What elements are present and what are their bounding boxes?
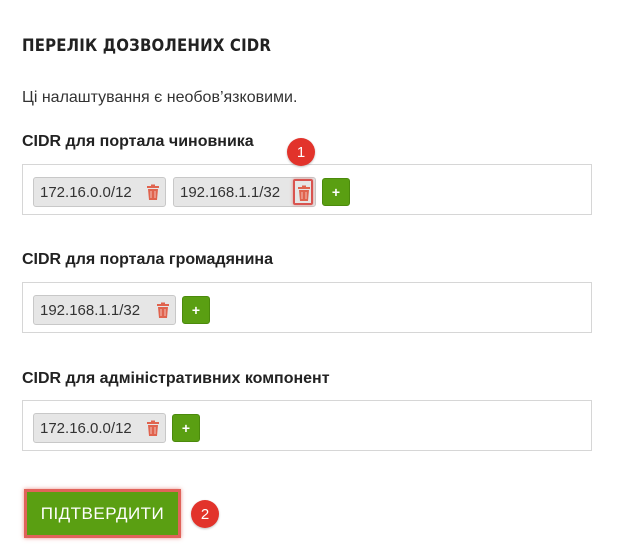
cidr-chip: 172.16.0.0/12 — [33, 413, 166, 443]
section-label-citizen-portal: CIDR для портала громадянина — [22, 251, 273, 268]
cidr-box-citizen-portal: 192.168.1.1/32 + — [22, 282, 592, 333]
add-cidr-button[interactable]: + — [322, 178, 350, 206]
callout-marker: 2 — [191, 500, 219, 528]
cidr-chip-value: 172.16.0.0/12 — [40, 183, 132, 201]
callout-marker: 1 — [287, 138, 315, 166]
cidr-chip: 192.168.1.1/32 — [33, 295, 176, 325]
page-title: ПЕРЕЛІК ДОЗВОЛЕНИХ CIDR — [22, 36, 272, 56]
settings-note: Ці налаштування є необов’язковими. — [22, 89, 298, 106]
cidr-chip: 172.16.0.0/12 — [33, 177, 166, 207]
add-cidr-button[interactable]: + — [182, 296, 210, 324]
add-cidr-button[interactable]: + — [172, 414, 200, 442]
section-label-official-portal: CIDR для портала чиновника — [22, 133, 254, 150]
trash-icon[interactable] — [146, 420, 160, 436]
cidr-chip: 192.168.1.1/32 — [173, 177, 316, 207]
section-label-admin-components: CIDR для адміністративних компонент — [22, 370, 330, 387]
trash-icon[interactable] — [156, 302, 170, 318]
cidr-chip-value: 192.168.1.1/32 — [180, 183, 281, 201]
cidr-box-admin-components: 172.16.0.0/12 + — [22, 400, 592, 451]
trash-icon[interactable] — [146, 184, 160, 200]
cidr-chip-value: 192.168.1.1/32 — [40, 301, 141, 319]
cidr-chip-value: 172.16.0.0/12 — [40, 419, 132, 437]
confirm-button[interactable]: ПІДТВЕРДИТИ — [24, 489, 181, 538]
cidr-box-official-portal: 172.16.0.0/12 192.168.1.1/32 + — [22, 164, 592, 215]
trash-icon[interactable] — [293, 179, 313, 205]
